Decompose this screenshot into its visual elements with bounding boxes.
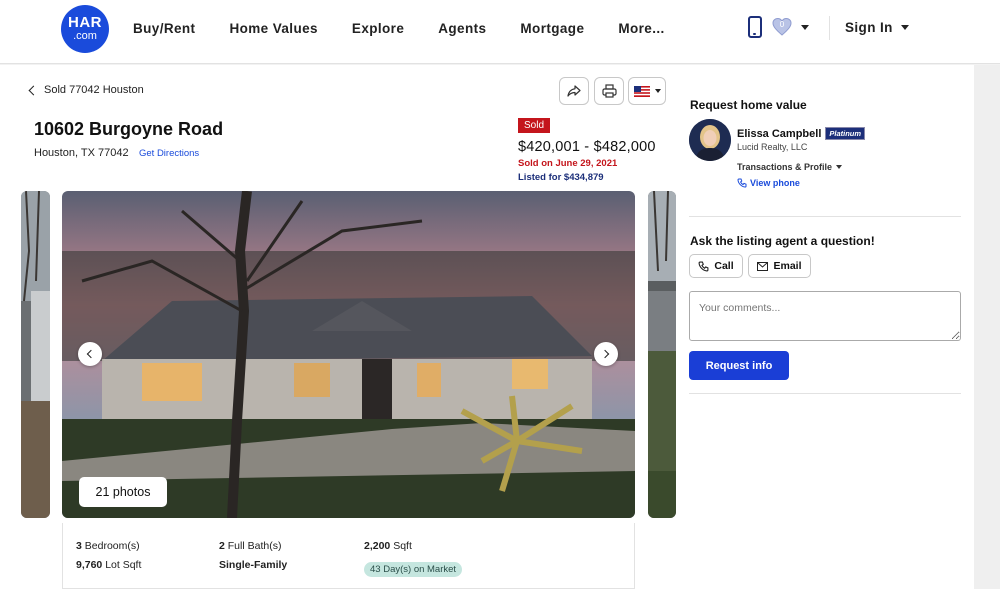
email-button[interactable]: Email (748, 254, 811, 278)
agent-name-row: Elissa Campbell Platinum (737, 127, 866, 140)
transactions-profile-dropdown[interactable]: Transactions & Profile (737, 162, 843, 172)
sqft-fact: 2,200 Sqft (364, 540, 412, 552)
panel-divider (689, 216, 961, 217)
chevron-left-icon (86, 349, 96, 359)
chevron-left-icon (28, 85, 39, 95)
platinum-badge: Platinum (825, 127, 866, 140)
header-divider (829, 16, 830, 40)
share-icon (567, 85, 581, 97)
agent-avatar[interactable] (689, 119, 731, 161)
baths-label: Full Bath(s) (227, 540, 282, 552)
status-badge: Sold (518, 118, 551, 133)
breadcrumb-label: Sold 77042 Houston (44, 84, 144, 96)
photo-count-button[interactable]: 21 photos (79, 477, 167, 507)
favorites-count: 0 (779, 20, 785, 29)
request-home-value-title: Request home value (690, 98, 807, 112)
previous-photo-thumb[interactable] (21, 191, 50, 518)
page-background (974, 65, 1000, 589)
bedrooms-label: Bedroom(s) (84, 540, 140, 552)
breadcrumb[interactable]: Sold 77042 Houston (28, 84, 144, 96)
print-button[interactable] (594, 77, 624, 105)
call-button[interactable]: Call (689, 254, 743, 278)
phone-icon (698, 261, 709, 271)
chevron-down-icon[interactable] (801, 24, 809, 30)
mobile-phone-icon[interactable] (748, 16, 762, 38)
property-city: Houston, TX 77042 (34, 147, 129, 159)
agent-panel: Request home value Elissa Campbell Plati… (676, 65, 974, 589)
bedrooms-value: 3 (76, 540, 82, 552)
email-label: Email (773, 260, 802, 272)
lot-label: Lot Sqft (105, 559, 142, 571)
agent-company: Lucid Realty, LLC (737, 142, 808, 152)
sqft-value: 2,200 (364, 540, 391, 552)
lot-size-fact: 9,760 Lot Sqft (76, 559, 141, 571)
nav-mortgage[interactable]: Mortgage (520, 21, 584, 36)
chevron-right-icon (600, 349, 610, 359)
panel-divider (689, 393, 961, 394)
nav-agents[interactable]: Agents (438, 21, 486, 36)
lot-value: 9,760 (76, 559, 103, 571)
property-type: Single-Family (219, 559, 287, 571)
us-flag-icon (633, 85, 650, 97)
transactions-label: Transactions & Profile (737, 162, 833, 172)
call-label: Call (714, 260, 734, 272)
baths-fact: 2 Full Bath(s) (219, 540, 281, 552)
nav-explore[interactable]: Explore (352, 21, 404, 36)
property-type-value: Single-Family (219, 559, 288, 571)
site-header: HAR .com Buy/Rent Home Values Explore Ag… (0, 0, 1000, 64)
header-tools: 0 (748, 16, 809, 38)
main-listing-photo[interactable] (62, 191, 635, 518)
get-directions-link[interactable]: Get Directions (139, 148, 199, 159)
comments-textarea[interactable] (689, 291, 961, 341)
listing-main: Sold 77042 Houston 10602 Burgoyne Road H… (0, 65, 676, 589)
chevron-down-icon (836, 165, 843, 169)
property-address: 10602 Burgoyne Road (34, 119, 224, 139)
ask-agent-title: Ask the listing agent a question! (690, 234, 875, 248)
days-on-market-badge: 43 Day(s) on Market (364, 562, 463, 577)
main-nav: Buy/Rent Home Values Explore Agents Mort… (133, 21, 665, 36)
agent-name[interactable]: Elissa Campbell (737, 128, 821, 140)
nav-home-values[interactable]: Home Values (229, 21, 317, 36)
printer-icon (601, 84, 617, 98)
share-button[interactable] (559, 77, 589, 105)
nav-more[interactable]: More... (618, 21, 664, 36)
request-info-button[interactable]: Request info (689, 351, 789, 380)
next-photo-thumb[interactable] (648, 191, 676, 518)
view-phone-label: View phone (750, 178, 800, 188)
language-selector[interactable] (628, 77, 666, 105)
listed-price: Listed for $434,879 (518, 172, 604, 183)
favorites-heart-icon[interactable]: 0 (772, 17, 792, 37)
phone-icon (737, 178, 747, 188)
har-logo[interactable]: HAR .com (61, 5, 109, 53)
sign-in-label: Sign In (845, 20, 893, 35)
property-facts: 3 Bedroom(s) 2 Full Bath(s) 2,200 Sqft 9… (62, 523, 635, 589)
sign-in-button[interactable]: Sign In (845, 20, 909, 35)
logo-subtext: .com (73, 30, 97, 42)
nav-buy-rent[interactable]: Buy/Rent (133, 21, 195, 36)
envelope-icon (757, 261, 769, 271)
sold-date: Sold on June 29, 2021 (518, 158, 618, 169)
logo-text: HAR (68, 14, 102, 31)
bedrooms-fact: 3 Bedroom(s) (76, 540, 140, 552)
sqft-label: Sqft (393, 540, 412, 552)
view-phone-link[interactable]: View phone (737, 178, 800, 188)
chevron-down-icon (654, 89, 661, 93)
chevron-down-icon (900, 25, 909, 30)
baths-value: 2 (219, 540, 225, 552)
price-range: $420,001 - $482,000 (518, 139, 656, 155)
photo-next-button[interactable] (594, 342, 618, 366)
photo-prev-button[interactable] (78, 342, 102, 366)
